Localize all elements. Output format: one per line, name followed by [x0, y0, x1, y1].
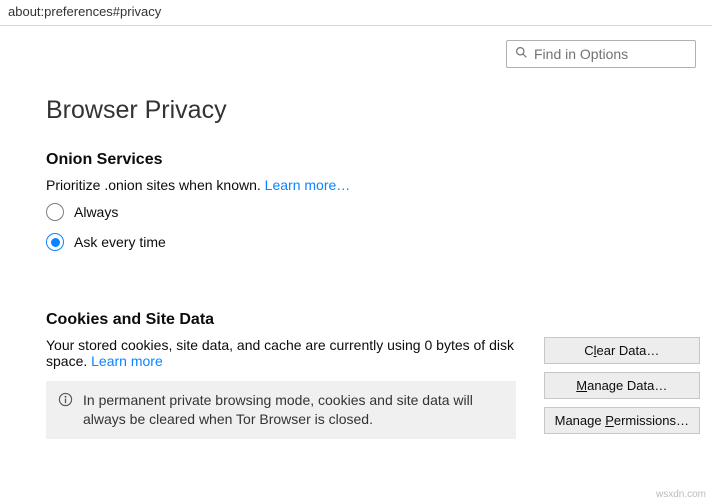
radio-always-label: Always — [74, 204, 118, 220]
onion-learn-more-link[interactable]: Learn more… — [265, 177, 351, 193]
cookies-title: Cookies and Site Data — [46, 311, 700, 329]
info-text: In permanent private browsing mode, cook… — [83, 391, 504, 429]
radio-always[interactable]: Always — [46, 203, 700, 221]
url-text: about:preferences#privacy — [8, 4, 161, 19]
search-input[interactable] — [534, 46, 687, 62]
page-title: Browser Privacy — [46, 96, 700, 125]
onion-title: Onion Services — [46, 151, 700, 169]
cookies-learn-more-link[interactable]: Learn more — [91, 353, 163, 369]
manage-permissions-button[interactable]: Manage Permissions… — [544, 407, 700, 434]
radio-button-icon — [46, 233, 64, 251]
radio-ask-label: Ask every time — [74, 234, 166, 250]
clear-data-button[interactable]: Clear Data… — [544, 337, 700, 364]
search-box[interactable] — [506, 40, 696, 68]
watermark: wsxdn.com — [656, 489, 706, 500]
radio-ask[interactable]: Ask every time — [46, 233, 700, 251]
manage-data-button[interactable]: Manage Data… — [544, 372, 700, 399]
info-icon — [58, 391, 83, 410]
url-bar[interactable]: about:preferences#privacy — [0, 0, 712, 26]
radio-button-icon — [46, 203, 64, 221]
info-box: In permanent private browsing mode, cook… — [46, 381, 516, 439]
onion-desc: Prioritize .onion sites when known. Lear… — [46, 177, 700, 193]
search-icon — [515, 46, 534, 62]
cookies-desc: Your stored cookies, site data, and cach… — [46, 337, 524, 369]
